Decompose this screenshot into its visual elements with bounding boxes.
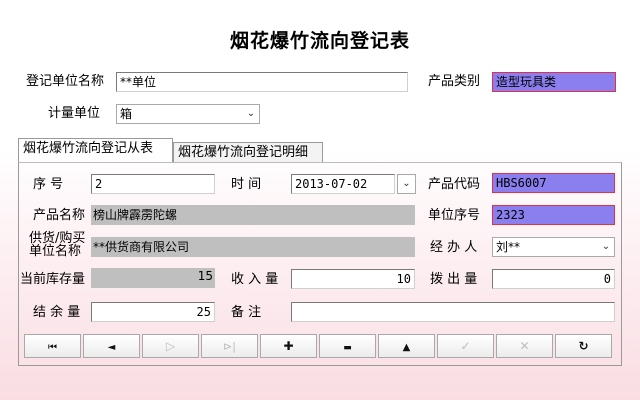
unit-seq-input[interactable]: 2323 xyxy=(492,205,615,225)
up-triangle-icon: ▲ xyxy=(402,342,411,353)
date-picker-button[interactable]: ⌄ xyxy=(397,174,416,194)
measure-unit-value: 箱 xyxy=(120,107,133,121)
cancel-record-button[interactable]: ✕ xyxy=(496,334,553,358)
tab-register-detail-table[interactable]: 烟花爆竹流向登记从表 xyxy=(18,138,173,162)
tab-register-details[interactable]: 烟花爆竹流向登记明细 xyxy=(173,142,323,162)
product-category-input[interactable]: 造型玩具类 xyxy=(492,72,616,92)
outgo-label: 拨 出 量 xyxy=(430,272,478,287)
unit-seq-label: 单位序号 xyxy=(428,208,481,223)
supplier-label-line2: 单位名称 xyxy=(29,244,82,259)
refresh-icon: ↻ xyxy=(578,339,589,353)
last-record-button[interactable]: ⊳| xyxy=(201,334,258,358)
supplier-field: **供货商有限公司 xyxy=(91,237,415,257)
chevron-down-icon[interactable]: ⌄ xyxy=(598,238,614,256)
first-icon: ⏮ xyxy=(48,342,57,353)
balance-label: 结 余 量 xyxy=(33,305,81,320)
time-input[interactable]: 2013-07-02 xyxy=(291,174,395,194)
first-record-button[interactable]: ⏮ xyxy=(24,334,81,358)
balance-input[interactable]: 25 xyxy=(91,302,215,322)
measure-unit-label: 计量单位 xyxy=(48,106,101,121)
product-code-input[interactable]: HBS6007 xyxy=(492,173,615,193)
product-name-label: 产品名称 xyxy=(33,208,86,223)
refresh-button[interactable]: ↻ xyxy=(555,334,612,358)
measure-unit-select[interactable]: 箱 ⌄ xyxy=(116,104,260,124)
handler-value: 刘** xyxy=(496,240,521,254)
income-input[interactable]: 10 xyxy=(291,269,415,289)
stock-field: 15 xyxy=(91,268,215,288)
prev-record-button[interactable]: ◄ xyxy=(83,334,140,358)
add-record-button[interactable]: ✚ xyxy=(260,334,317,358)
outgo-input[interactable]: 0 xyxy=(492,269,615,289)
unit-name-input[interactable]: **单位 xyxy=(116,72,408,92)
next-record-button[interactable]: ▷ xyxy=(142,334,199,358)
handler-label: 经 办 人 xyxy=(430,240,478,255)
save-record-button[interactable]: ✓ xyxy=(437,334,494,358)
product-category-label: 产品类别 xyxy=(428,74,481,89)
product-name-field: 榜山牌霹雳陀螺 xyxy=(91,205,415,225)
next-icon: ▷ xyxy=(165,339,176,353)
remark-input[interactable] xyxy=(291,302,615,322)
seq-input[interactable]: 2 xyxy=(91,174,215,194)
edit-record-button[interactable]: ▲ xyxy=(378,334,435,358)
income-label: 收 入 量 xyxy=(231,272,279,287)
plus-icon: ✚ xyxy=(283,339,294,353)
minus-icon: ▬ xyxy=(343,343,352,353)
handler-select[interactable]: 刘** ⌄ xyxy=(492,237,615,257)
prev-icon: ◄ xyxy=(107,342,116,353)
check-icon: ✓ xyxy=(460,339,471,353)
product-code-label: 产品代码 xyxy=(428,177,481,192)
unit-name-label: 登记单位名称 xyxy=(26,74,105,89)
last-icon: ⊳| xyxy=(223,340,236,353)
cross-icon: ✕ xyxy=(519,339,530,353)
stock-label: 当前库存量 xyxy=(20,272,86,287)
seq-label: 序 号 xyxy=(33,177,64,192)
chevron-down-icon: ⌄ xyxy=(402,178,411,189)
delete-record-button[interactable]: ▬ xyxy=(319,334,376,358)
page-title: 烟花爆竹流向登记表 xyxy=(229,30,410,52)
chevron-down-icon[interactable]: ⌄ xyxy=(243,105,259,123)
time-label: 时 间 xyxy=(231,177,262,192)
remark-label: 备 注 xyxy=(231,305,262,320)
